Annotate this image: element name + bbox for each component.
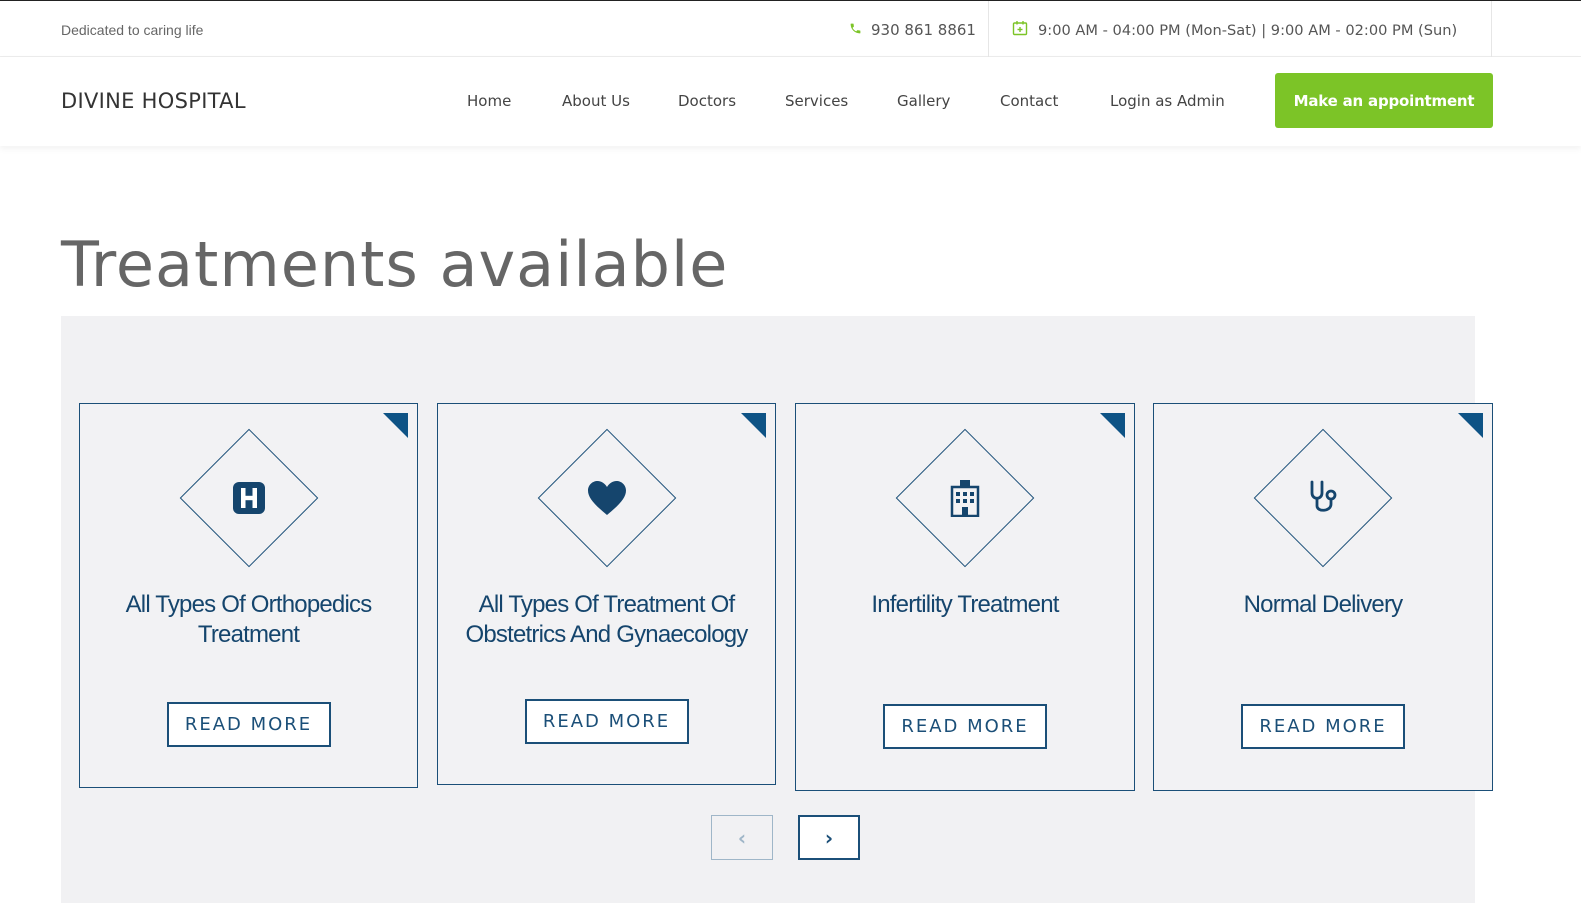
nav-gallery[interactable]: Gallery [897, 92, 950, 110]
heart-icon [585, 476, 629, 520]
treatment-card[interactable]: Normal Delivery READ MORE [1153, 403, 1493, 791]
site-logo[interactable]: DIVINE HOSPITAL [61, 89, 246, 113]
nav-doctors[interactable]: Doctors [678, 92, 736, 110]
phone-icon [849, 21, 862, 39]
calendar-icon [1012, 20, 1028, 40]
nav-contact[interactable]: Contact [1000, 92, 1058, 110]
hospital-icon [227, 476, 271, 520]
nav-about-us[interactable]: About Us [562, 92, 630, 110]
corner-accent [383, 413, 408, 438]
building-icon [943, 476, 987, 520]
treatment-card[interactable]: Infertility Treatment READ MORE [795, 403, 1135, 791]
corner-accent [1100, 413, 1125, 438]
phone-contact[interactable]: 930 861 8861 [849, 20, 976, 40]
carousel-prev-button[interactable]: ‹ [711, 815, 773, 860]
hours-text: 9:00 AM - 04:00 PM (Mon-Sat) | 9:00 AM -… [1038, 21, 1458, 39]
read-more-button[interactable]: READ MORE [1241, 704, 1405, 749]
nav-login-admin[interactable]: Login as Admin [1110, 92, 1225, 110]
corner-accent [741, 413, 766, 438]
read-more-button[interactable]: READ MORE [883, 704, 1047, 749]
divider [988, 1, 989, 57]
tagline: Dedicated to caring life [61, 22, 204, 38]
read-more-button[interactable]: READ MORE [524, 699, 689, 744]
divider [1491, 1, 1492, 57]
treatment-card[interactable]: All Types Of Orthopedics Treatment READ … [79, 403, 418, 788]
section-title: Treatments available [61, 228, 729, 301]
make-appointment-button[interactable]: Make an appointment [1275, 73, 1493, 128]
top-bar: Dedicated to caring life 930 861 8861 9:… [0, 0, 1581, 57]
nav-services[interactable]: Services [785, 92, 848, 110]
read-more-button[interactable]: READ MORE [166, 702, 331, 747]
main-header: DIVINE HOSPITAL Home About Us Doctors Se… [0, 57, 1581, 146]
treatment-title: All Types Of Orthopedics Treatment [125, 591, 373, 648]
treatment-title: All Types Of Treatment Of Obstetrics And… [465, 591, 748, 648]
treatment-title: Infertility Treatment [871, 591, 1059, 618]
carousel-next-button[interactable]: › [798, 815, 860, 860]
treatment-card[interactable]: All Types Of Treatment Of Obstetrics And… [437, 403, 776, 785]
opening-hours: 9:00 AM - 04:00 PM (Mon-Sat) | 9:00 AM -… [1012, 20, 1457, 40]
corner-accent [1458, 413, 1483, 438]
phone-number: 930 861 8861 [871, 21, 976, 39]
treatment-title: Normal Delivery [1243, 591, 1404, 618]
stethoscope-icon [1301, 476, 1345, 520]
nav-home[interactable]: Home [467, 92, 511, 110]
